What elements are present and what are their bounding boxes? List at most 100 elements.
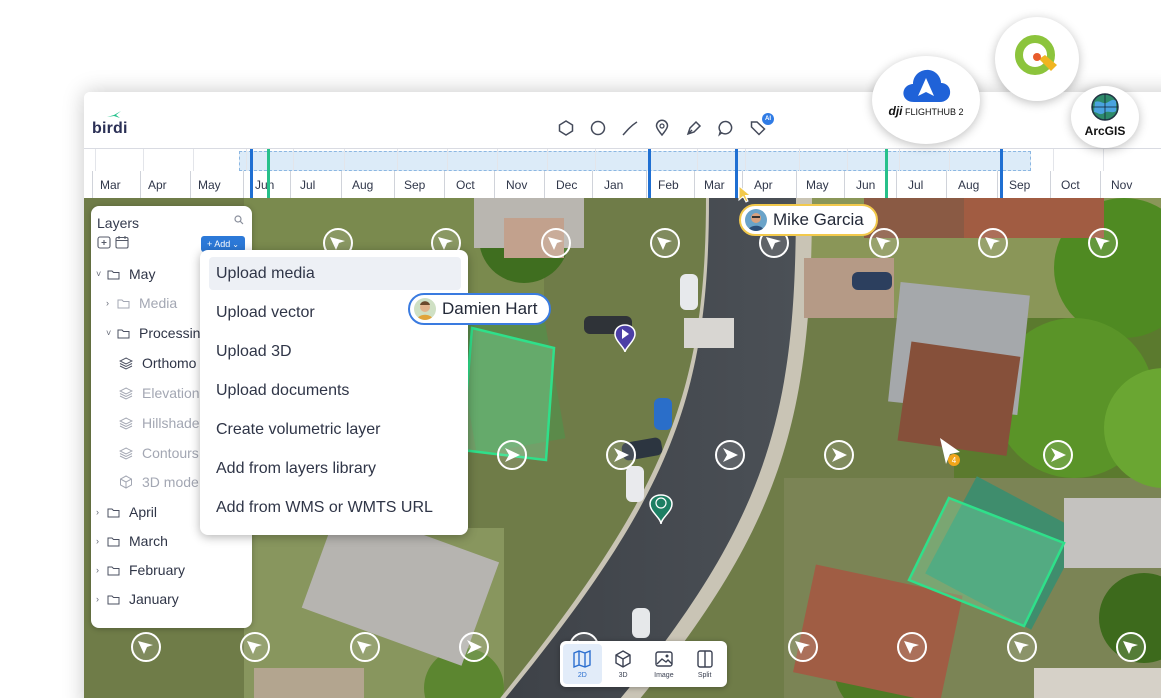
layer-item[interactable]: › Media bbox=[106, 295, 177, 311]
timeline-month-label[interactable]: Sep bbox=[404, 178, 425, 192]
line-tool[interactable] bbox=[620, 118, 640, 138]
timeline-month-label[interactable]: Nov bbox=[506, 178, 527, 192]
drone-position-marker[interactable] bbox=[1116, 632, 1146, 662]
chevron-down-icon[interactable]: ˅ bbox=[106, 328, 112, 338]
timeline-grid-line bbox=[949, 149, 950, 171]
layer-item[interactable]: ˅ May bbox=[96, 266, 155, 282]
search-icon[interactable] bbox=[234, 215, 244, 225]
timeline-marker[interactable] bbox=[885, 149, 888, 199]
drone-position-marker[interactable] bbox=[824, 440, 854, 470]
draw-toolbar: AI bbox=[556, 113, 774, 138]
layer-item[interactable]: › April bbox=[96, 504, 157, 520]
timeline-marker[interactable] bbox=[267, 149, 270, 199]
birdi-logo[interactable]: birdi bbox=[92, 110, 132, 140]
layers-stack-icon bbox=[119, 387, 133, 400]
drone-position-marker[interactable] bbox=[541, 228, 571, 258]
drone-position-marker[interactable] bbox=[897, 632, 927, 662]
menu-item[interactable]: Create volumetric layer bbox=[209, 413, 461, 446]
timeline-month-label[interactable]: Jun bbox=[856, 178, 875, 192]
drone-position-marker[interactable] bbox=[650, 228, 680, 258]
arcgis-badge[interactable]: ArcGIS bbox=[1071, 86, 1139, 148]
chevron-right-icon[interactable]: › bbox=[96, 594, 102, 604]
layer-item[interactable]: › February bbox=[96, 562, 185, 578]
view-image-button[interactable]: Image bbox=[645, 644, 684, 684]
timeline-month-label[interactable]: Jul bbox=[908, 178, 923, 192]
layer-item[interactable]: › January bbox=[96, 591, 179, 607]
menu-item[interactable]: Upload 3D bbox=[209, 335, 461, 368]
timeline-month-label[interactable]: Jun bbox=[255, 178, 274, 192]
timeline-month-label[interactable]: Dec bbox=[556, 178, 577, 192]
timeline-month-label[interactable]: Aug bbox=[958, 178, 979, 192]
timeline-marker[interactable] bbox=[250, 149, 253, 199]
user-tag-damien: Damien Hart bbox=[408, 293, 552, 325]
pin-tool[interactable] bbox=[652, 118, 672, 138]
layer-item[interactable]: Elevation bbox=[119, 385, 200, 401]
bird-icon bbox=[107, 111, 121, 118]
drone-position-marker[interactable] bbox=[978, 228, 1008, 258]
drone-position-marker[interactable] bbox=[1043, 440, 1073, 470]
timeline-month-label[interactable]: Mar bbox=[100, 178, 121, 192]
timeline-marker[interactable] bbox=[648, 149, 651, 199]
video-pin-icon[interactable] bbox=[614, 324, 636, 353]
timeline-month-label[interactable]: Oct bbox=[1061, 178, 1080, 192]
timeline-month-label[interactable]: Oct bbox=[456, 178, 475, 192]
calendar-icon[interactable] bbox=[115, 235, 129, 249]
menu-item[interactable]: Upload documents bbox=[209, 374, 461, 407]
pen-tool[interactable] bbox=[684, 118, 704, 138]
timeline-grid-line bbox=[1103, 149, 1104, 171]
timeline-month-label[interactable]: May bbox=[806, 178, 829, 192]
layer-item[interactable]: Contours bbox=[119, 445, 199, 461]
drone-position-marker[interactable] bbox=[715, 440, 745, 470]
timeline-month-label[interactable]: Mar bbox=[704, 178, 725, 192]
menu-item[interactable]: Add from WMS or WMTS URL bbox=[209, 491, 461, 524]
chevron-right-icon[interactable]: › bbox=[96, 536, 102, 546]
timeline-month-label[interactable]: Feb bbox=[658, 178, 679, 192]
timeline-month-label[interactable]: May bbox=[198, 178, 221, 192]
layer-item[interactable]: ˅ Processing bbox=[106, 325, 208, 341]
drone-position-marker[interactable] bbox=[788, 632, 818, 662]
timeline-month-label[interactable]: Jan bbox=[604, 178, 623, 192]
timeline-grid-line bbox=[344, 149, 345, 171]
view-switcher: 2D 3D Image Split bbox=[560, 641, 727, 687]
timeline-month-label[interactable]: Nov bbox=[1111, 178, 1132, 192]
timeline-month-label[interactable]: Jul bbox=[300, 178, 315, 192]
drone-position-marker[interactable] bbox=[240, 632, 270, 662]
layer-item[interactable]: 3D mode bbox=[119, 474, 199, 490]
view-split-button[interactable]: Split bbox=[685, 644, 724, 684]
drone-position-marker[interactable] bbox=[350, 632, 380, 662]
chevron-right-icon[interactable]: › bbox=[96, 565, 102, 575]
drone-position-marker[interactable] bbox=[497, 440, 527, 470]
chevron-down-icon[interactable]: ˅ bbox=[96, 269, 102, 279]
dji-flighthub-badge[interactable]: dji FLIGHTHUB 2 bbox=[872, 56, 980, 144]
polygon-tool[interactable] bbox=[556, 118, 576, 138]
menu-item[interactable]: Upload media bbox=[209, 257, 461, 290]
drone-position-marker[interactable] bbox=[459, 632, 489, 662]
new-folder-icon[interactable] bbox=[97, 235, 111, 249]
timeline[interactable]: Mar Apr May Jun Jul Aug Sep Oct Nov Dec Jan Feb Mar A… bbox=[84, 148, 1161, 199]
drone-position-marker[interactable] bbox=[131, 632, 161, 662]
layer-item[interactable]: › March bbox=[96, 533, 168, 549]
layer-item[interactable]: Orthomo bbox=[119, 355, 196, 371]
timeline-month-label[interactable]: Sep bbox=[1009, 178, 1030, 192]
drone-cluster-marker[interactable] bbox=[940, 438, 960, 466]
drone-position-marker[interactable] bbox=[606, 440, 636, 470]
layer-item[interactable]: Hillshade bbox=[119, 415, 200, 431]
circle-tool[interactable] bbox=[588, 118, 608, 138]
drone-position-marker[interactable] bbox=[869, 228, 899, 258]
menu-item[interactable]: Add from layers library bbox=[209, 452, 461, 485]
pin-icon bbox=[655, 119, 669, 137]
tag-pin-icon[interactable] bbox=[649, 494, 673, 525]
timeline-month-label[interactable]: Apr bbox=[754, 178, 773, 192]
timeline-month-label[interactable]: Aug bbox=[352, 178, 373, 192]
view-2d-button[interactable]: 2D bbox=[563, 644, 602, 684]
view-3d-button[interactable]: 3D bbox=[604, 644, 643, 684]
timeline-marker[interactable] bbox=[1000, 149, 1003, 199]
drone-position-marker[interactable] bbox=[1007, 632, 1037, 662]
ai-tag-tool[interactable]: AI bbox=[748, 113, 774, 138]
chevron-right-icon[interactable]: › bbox=[106, 298, 112, 308]
qgis-badge[interactable] bbox=[995, 17, 1079, 101]
timeline-month-label[interactable]: Apr bbox=[148, 178, 167, 192]
comment-tool[interactable] bbox=[716, 118, 736, 138]
drone-position-marker[interactable] bbox=[1088, 228, 1118, 258]
chevron-right-icon[interactable]: › bbox=[96, 507, 102, 517]
